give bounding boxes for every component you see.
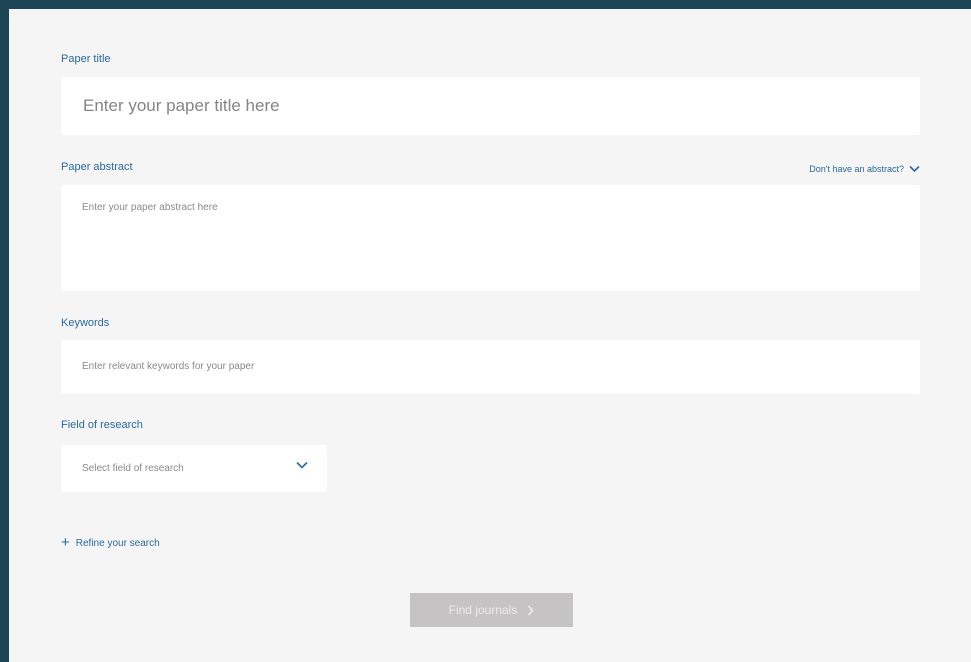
paper-title-placeholder: Enter your paper title here: [83, 96, 280, 115]
paper-title-label: Paper title: [61, 53, 111, 65]
keywords-placeholder: Enter relevant keywords for your paper: [82, 361, 255, 372]
field-of-research-label: Field of research: [61, 419, 143, 431]
field-of-research-select[interactable]: Select field of research: [61, 445, 327, 492]
keywords-label: Keywords: [61, 317, 110, 329]
plus-icon: +: [61, 534, 70, 551]
paper-abstract-label: Paper abstract: [61, 161, 133, 173]
refine-search-label: Refine your search: [75, 537, 160, 549]
no-abstract-toggle-label: Don't have an abstract?: [809, 164, 904, 174]
chevron-down-icon: [909, 165, 920, 173]
chevron-down-icon: [296, 461, 308, 469]
journal-finder-form: Paper title Enter your paper title here …: [9, 9, 971, 662]
paper-title-input[interactable]: Enter your paper title here: [61, 77, 920, 135]
find-journals-button[interactable]: Find journals: [410, 593, 573, 627]
field-of-research-selected: Select field of research: [82, 463, 184, 474]
keywords-input[interactable]: Enter relevant keywords for your paper: [61, 340, 920, 394]
refine-search-link[interactable]: + Refine your search: [61, 534, 160, 551]
no-abstract-toggle[interactable]: Don't have an abstract?: [809, 164, 920, 174]
paper-abstract-textarea[interactable]: Enter your paper abstract here: [61, 185, 920, 291]
chevron-right-icon: [528, 604, 534, 616]
find-journals-label: Find journals: [448, 603, 518, 617]
paper-abstract-placeholder: Enter your paper abstract here: [82, 202, 218, 213]
